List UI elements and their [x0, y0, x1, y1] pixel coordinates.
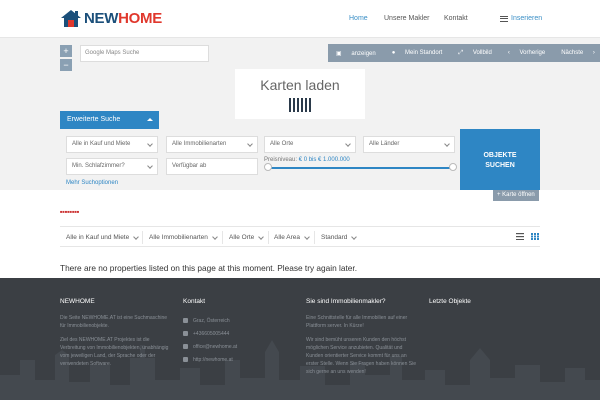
footer-heading: Kontakt	[183, 298, 206, 305]
toolbar-mein-standort[interactable]: ● Mein Standort	[384, 50, 451, 56]
footer-heading: Sie sind Immobilienmakler?	[306, 298, 386, 305]
caret-up-icon	[147, 118, 153, 121]
chevron-down-icon	[345, 141, 351, 147]
phone-icon	[183, 331, 188, 336]
chevron-down-icon	[147, 141, 153, 147]
logo-text-new: NEW	[84, 9, 119, 27]
zoom-in-button[interactable]: +	[60, 45, 72, 57]
small-logo-icon: ■■■■■■■■	[60, 209, 80, 214]
envelope-icon	[183, 344, 188, 349]
select-kauf-miete[interactable]: Alle in Kauf und Miete	[66, 136, 158, 153]
more-search-options-link[interactable]: Mehr Suchoptionen	[66, 180, 118, 186]
eye-icon: ▣	[336, 50, 344, 57]
zoom-out-button[interactable]: −	[60, 59, 72, 71]
price-range-value: € 0 bis € 1.000.000	[298, 157, 350, 163]
site-header: NEWHOME Home Unsere Makler Kontakt Inser…	[0, 0, 600, 38]
footer-col-makler: Sie sind Immobilienmakler? Eine Schnitts…	[306, 298, 416, 375]
filter-area[interactable]: Alle Area	[274, 233, 310, 241]
search-submit-button[interactable]: OBJEKTE SUCHEN	[460, 129, 540, 190]
price-slider-track[interactable]	[268, 167, 453, 169]
chevron-down-icon	[444, 141, 450, 147]
karte-oeffnen-button[interactable]: + Karte öffnen	[493, 190, 539, 201]
available-from-input[interactable]: Verfügbar ab	[166, 158, 258, 175]
monitor-icon	[183, 357, 188, 362]
listing-filter-bar: Alle in Kauf und Miete Alle Immobilienar…	[60, 226, 540, 247]
nav-home[interactable]: Home	[349, 15, 368, 22]
chevron-down-icon	[147, 163, 153, 169]
footer-col-newhome: NEWHOME Die Seite NEWHOME.AT ist eine Su…	[60, 298, 169, 367]
chevron-down-icon	[304, 233, 310, 240]
contact-email[interactable]: office@newhome.at	[183, 340, 293, 353]
list-view-icon[interactable]	[516, 233, 524, 240]
advanced-search-label: Erweiterte Suche	[67, 116, 121, 123]
toolbar-anzeigen[interactable]: ▣ anzeigen	[328, 50, 384, 57]
footer-heading: Letzte Objekte	[429, 298, 471, 305]
logo[interactable]: NEWHOME	[60, 8, 162, 28]
chevron-right-icon: ›	[591, 50, 595, 56]
price-slider-min-handle[interactable]	[264, 163, 272, 171]
loading-bars-icon	[235, 98, 365, 112]
select-immobilienarten[interactable]: Alle Immobilienarten	[166, 136, 258, 153]
bedrooms-input[interactable]: Min. Schlafzimmer?	[66, 158, 158, 175]
filter-immobilienarten[interactable]: Alle Immobilienarten	[149, 233, 218, 241]
site-footer: NEWHOME Die Seite NEWHOME.AT ist eine Su…	[0, 278, 600, 400]
footer-col-kontakt: Kontakt Graz, Österreich +436605005444 o…	[183, 298, 293, 366]
toolbar-vorherige[interactable]: ‹ Vorherige	[500, 50, 553, 56]
nav-kontakt[interactable]: Kontakt	[444, 15, 468, 22]
chevron-down-icon	[258, 233, 265, 240]
filter-sort-standard[interactable]: Standard	[321, 233, 358, 241]
select-orte[interactable]: Alle Orte	[264, 136, 356, 153]
no-properties-message: There are no properties listed on this p…	[60, 263, 358, 273]
chevron-down-icon	[133, 233, 140, 240]
grid-view-icon[interactable]	[531, 233, 539, 240]
chevron-left-icon: ‹	[507, 50, 512, 56]
toolbar-vollbild[interactable]: ⤢ Vollbild	[450, 50, 499, 57]
inserieren-button[interactable]: Inserieren	[500, 15, 542, 22]
inserieren-label: Inserieren	[511, 15, 543, 22]
logo-text-home: HOME	[118, 9, 162, 27]
select-laender[interactable]: Alle Länder	[363, 136, 455, 153]
map-toolbar: ▣ anzeigen ● Mein Standort ⤢ Vollbild ‹ …	[328, 44, 600, 62]
chevron-down-icon	[351, 233, 358, 240]
contact-address: Graz, Österreich	[183, 314, 293, 327]
toolbar-naechste[interactable]: Nächste ›	[553, 50, 600, 56]
nav-unsere-makler[interactable]: Unsere Makler	[384, 15, 430, 22]
price-range-label: Preisniveau: € 0 bis € 1.000.000	[264, 157, 350, 163]
footer-heading: NEWHOME	[60, 298, 95, 305]
contact-phone[interactable]: +436605005444	[183, 327, 293, 340]
chevron-down-icon	[212, 233, 218, 240]
contact-website[interactable]: http://newhome.at	[183, 353, 293, 366]
google-maps-search-input[interactable]: Google Maps Suche	[80, 45, 209, 62]
filter-kauf-miete[interactable]: Alle in Kauf und Miete	[66, 233, 140, 241]
building-icon	[183, 318, 188, 323]
loading-text: Karten laden	[260, 77, 340, 93]
map-loading-box: Karten laden	[235, 69, 365, 119]
filter-orte[interactable]: Alle Orte	[229, 233, 265, 241]
footer-col-letzte-objekte: Letzte Objekte	[429, 298, 539, 314]
price-slider-max-handle[interactable]	[449, 163, 457, 171]
fullscreen-icon: ⤢	[458, 49, 465, 56]
advanced-search-toggle[interactable]: Erweiterte Suche	[60, 111, 159, 129]
location-pin-icon: ●	[391, 50, 397, 56]
chevron-down-icon	[247, 141, 253, 147]
menu-icon	[500, 15, 508, 22]
house-logo-icon	[61, 10, 81, 27]
